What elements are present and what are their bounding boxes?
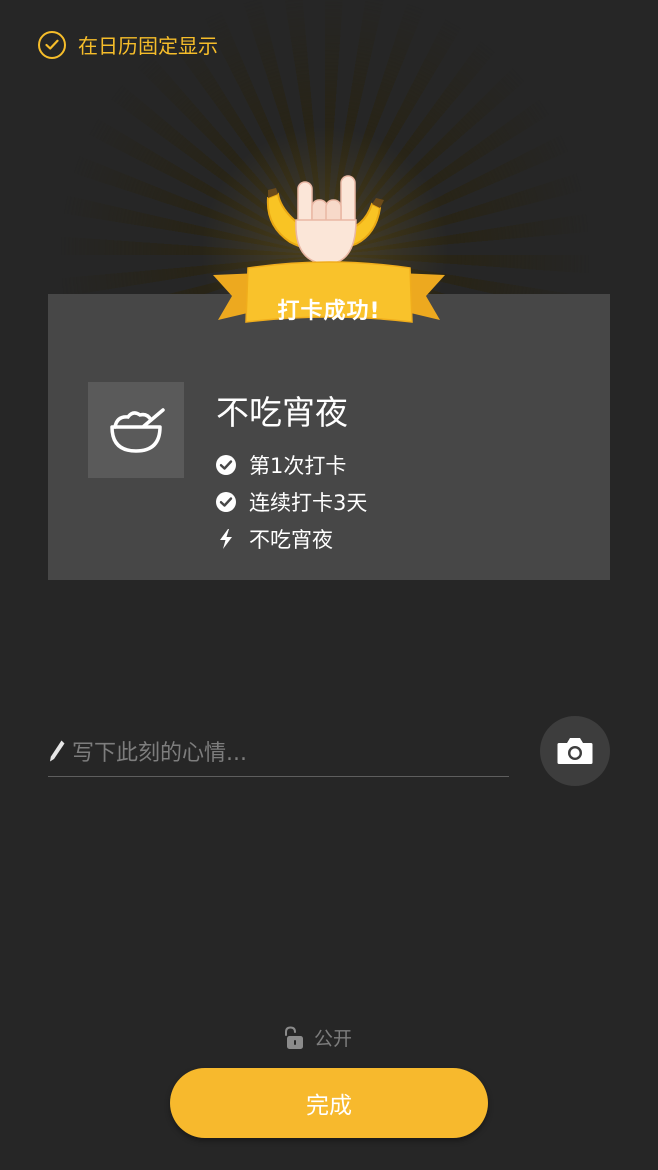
mood-field [48, 730, 509, 777]
done-button[interactable]: 完成 [170, 1068, 488, 1138]
bowl-icon [110, 408, 165, 453]
camera-icon [557, 738, 593, 764]
stat-text: 不吃宵夜 [249, 527, 333, 552]
check-circle-icon [38, 30, 66, 59]
checkin-success-label: 打卡成功! [277, 299, 381, 324]
pin-to-calendar-toggle[interactable]: 在日历固定显示 [38, 30, 218, 59]
habit-title: 不吃宵夜 [216, 393, 348, 432]
lightning-icon [215, 528, 237, 550]
stat-text: 连续打卡3天 [249, 490, 368, 515]
check-circle-icon [215, 454, 237, 476]
stat-row: 第1次打卡 [215, 446, 367, 483]
mood-input[interactable] [72, 740, 509, 766]
checkin-stats: 第1次打卡 连续打卡3天 不吃宵夜 [215, 446, 367, 557]
stat-text: 第1次打卡 [249, 453, 347, 478]
privacy-label: 公开 [314, 1028, 353, 1050]
rock-hand-icon [295, 175, 357, 265]
unlock-icon [285, 1025, 303, 1049]
pin-to-calendar-label: 在日历固定显示 [78, 34, 218, 58]
camera-button[interactable] [540, 716, 610, 786]
stat-row: 不吃宵夜 [215, 520, 367, 557]
privacy-toggle[interactable]: 公开 [282, 1024, 352, 1051]
stat-row: 连续打卡3天 [215, 483, 367, 520]
check-circle-icon [215, 491, 237, 513]
habit-thumbnail [88, 382, 184, 478]
pencil-icon [48, 739, 66, 767]
